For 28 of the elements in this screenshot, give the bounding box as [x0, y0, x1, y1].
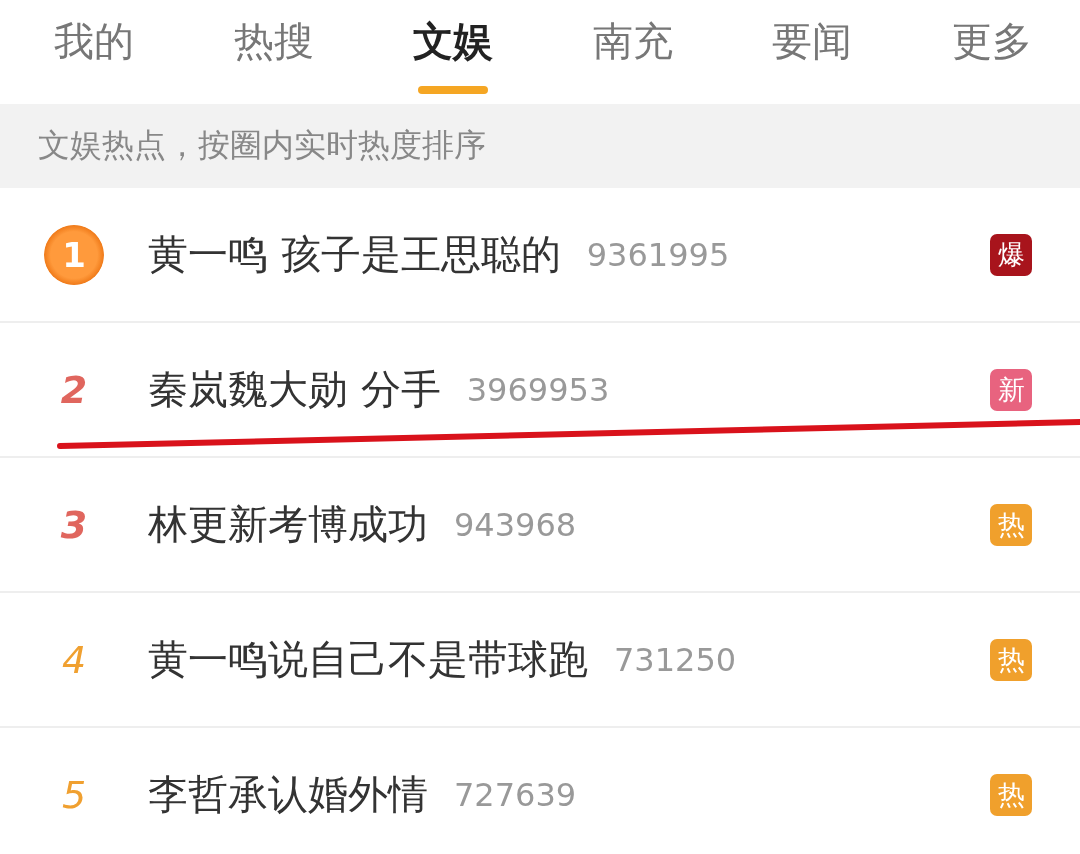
heat-count: 943968 — [454, 505, 577, 544]
hot-tag: 新 — [990, 368, 1032, 411]
tab[interactable]: 要闻 — [762, 0, 863, 104]
topic-title[interactable]: 秦岚魏大勋 分手 — [148, 362, 441, 417]
hot-tag: 热 — [990, 773, 1032, 816]
tab[interactable]: 我的 — [44, 0, 144, 104]
rank-number: 2 — [60, 367, 88, 412]
active-tab-indicator — [418, 86, 489, 94]
tab[interactable]: 文娱 — [403, 0, 504, 104]
rank-number: 5 — [61, 772, 87, 817]
tab[interactable]: 南充 — [582, 0, 683, 104]
tab[interactable]: 热搜 — [223, 0, 324, 104]
topic-title[interactable]: 黄一鸣 孩子是王思聪的 — [148, 227, 561, 282]
heat-count: 3969953 — [466, 370, 610, 409]
tab[interactable]: 更多 — [941, 0, 1042, 104]
rank-number: 3 — [60, 502, 88, 547]
topic-title[interactable]: 李哲承认婚外情 — [148, 767, 428, 822]
topic-title[interactable]: 黄一鸣说自己不是带球跑 — [148, 632, 588, 687]
rank-number: 4 — [61, 637, 87, 682]
heat-count: 727639 — [454, 775, 577, 814]
hot-tag: 爆 — [990, 233, 1032, 276]
heat-count: 731250 — [614, 640, 737, 679]
topic-title[interactable]: 林更新考博成功 — [148, 497, 428, 552]
hot-tag: 热 — [990, 503, 1032, 546]
rank-medal: 1 — [44, 224, 104, 285]
hot-tag: 热 — [990, 638, 1032, 681]
section-description: 文娱热点，按圈内实时热度排序 — [38, 125, 486, 166]
heat-count: 9361995 — [586, 235, 730, 274]
